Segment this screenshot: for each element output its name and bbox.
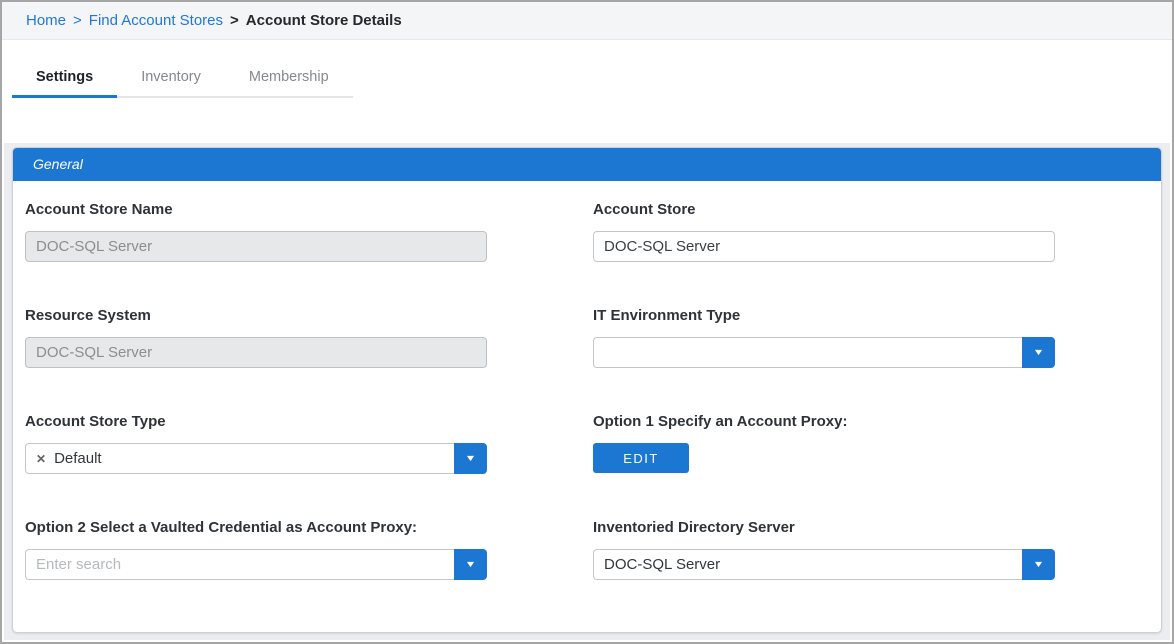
account-store-input[interactable] bbox=[593, 231, 1055, 262]
it-environment-type-dropdown[interactable]: ▼ bbox=[593, 337, 1055, 368]
inventoried-directory-server-dropdown[interactable]: DOC-SQL Server ▼ bbox=[593, 549, 1055, 580]
breadcrumb-separator: > bbox=[73, 12, 82, 29]
vaulted-credential-caret-button[interactable]: ▼ bbox=[454, 549, 487, 580]
account-store-type-selected-tag: Default bbox=[54, 450, 102, 467]
breadcrumb-separator: > bbox=[230, 12, 239, 29]
app-window: Home > Find Account Stores > Account Sto… bbox=[0, 0, 1174, 644]
page-background: General Account Store Name Account Store… bbox=[4, 143, 1170, 640]
inventoried-directory-server-caret-button[interactable]: ▼ bbox=[1022, 549, 1055, 580]
remove-tag-icon[interactable]: ✕ bbox=[36, 452, 46, 466]
chevron-down-icon: ▼ bbox=[1032, 348, 1044, 357]
breadcrumb-current-page: Account Store Details bbox=[246, 12, 402, 29]
tab-bar: Settings Inventory Membership bbox=[12, 58, 353, 98]
it-environment-type-caret-button[interactable]: ▼ bbox=[1022, 337, 1055, 368]
chevron-down-icon: ▼ bbox=[464, 560, 476, 569]
panel-body: Account Store Name Account Store Resourc… bbox=[13, 181, 1161, 580]
breadcrumb-link-home[interactable]: Home bbox=[26, 12, 66, 29]
resource-system-input bbox=[25, 337, 487, 368]
field-inventoried-directory-server: Inventoried Directory Server DOC-SQL Ser… bbox=[593, 519, 1055, 580]
account-store-type-dropdown[interactable]: ✕ Default ▼ bbox=[25, 443, 487, 474]
field-account-store-type: Account Store Type ✕ Default ▼ bbox=[25, 413, 487, 474]
general-panel: General Account Store Name Account Store… bbox=[12, 147, 1162, 633]
vaulted-credential-dropdown[interactable]: ▼ bbox=[25, 549, 487, 580]
tab-inventory[interactable]: Inventory bbox=[117, 58, 225, 96]
option1-account-proxy-label: Option 1 Specify an Account Proxy: bbox=[593, 413, 1055, 430]
vaulted-credential-search-wrap bbox=[25, 549, 454, 580]
account-store-type-value[interactable]: ✕ Default bbox=[25, 443, 454, 474]
vaulted-credential-search-input[interactable] bbox=[36, 556, 444, 573]
tab-membership[interactable]: Membership bbox=[225, 58, 353, 96]
account-store-name-label: Account Store Name bbox=[25, 201, 487, 218]
breadcrumb-link-find-account-stores[interactable]: Find Account Stores bbox=[89, 12, 223, 29]
chevron-down-icon: ▼ bbox=[464, 454, 476, 463]
inventoried-directory-server-label: Inventoried Directory Server bbox=[593, 519, 1055, 536]
it-environment-type-label: IT Environment Type bbox=[593, 307, 1055, 324]
tab-settings[interactable]: Settings bbox=[12, 58, 117, 98]
edit-account-proxy-button[interactable]: EDIT bbox=[593, 443, 689, 473]
field-resource-system: Resource System bbox=[25, 307, 487, 368]
field-option2-vaulted-credential: Option 2 Select a Vaulted Credential as … bbox=[25, 519, 487, 580]
field-option1-account-proxy: Option 1 Specify an Account Proxy: EDIT bbox=[593, 413, 1055, 474]
chevron-down-icon: ▼ bbox=[1032, 560, 1044, 569]
field-it-environment-type: IT Environment Type ▼ bbox=[593, 307, 1055, 368]
it-environment-type-value[interactable] bbox=[593, 337, 1022, 368]
account-store-name-input bbox=[25, 231, 487, 262]
field-account-store-name: Account Store Name bbox=[25, 201, 487, 262]
breadcrumb: Home > Find Account Stores > Account Sto… bbox=[2, 2, 1172, 40]
inventoried-directory-server-value[interactable]: DOC-SQL Server bbox=[593, 549, 1022, 580]
account-store-label: Account Store bbox=[593, 201, 1055, 218]
resource-system-label: Resource System bbox=[25, 307, 487, 324]
field-account-store: Account Store bbox=[593, 201, 1055, 262]
account-store-type-label: Account Store Type bbox=[25, 413, 487, 430]
account-store-type-caret-button[interactable]: ▼ bbox=[454, 443, 487, 474]
option2-vaulted-credential-label: Option 2 Select a Vaulted Credential as … bbox=[25, 519, 487, 536]
panel-header: General bbox=[13, 148, 1161, 181]
